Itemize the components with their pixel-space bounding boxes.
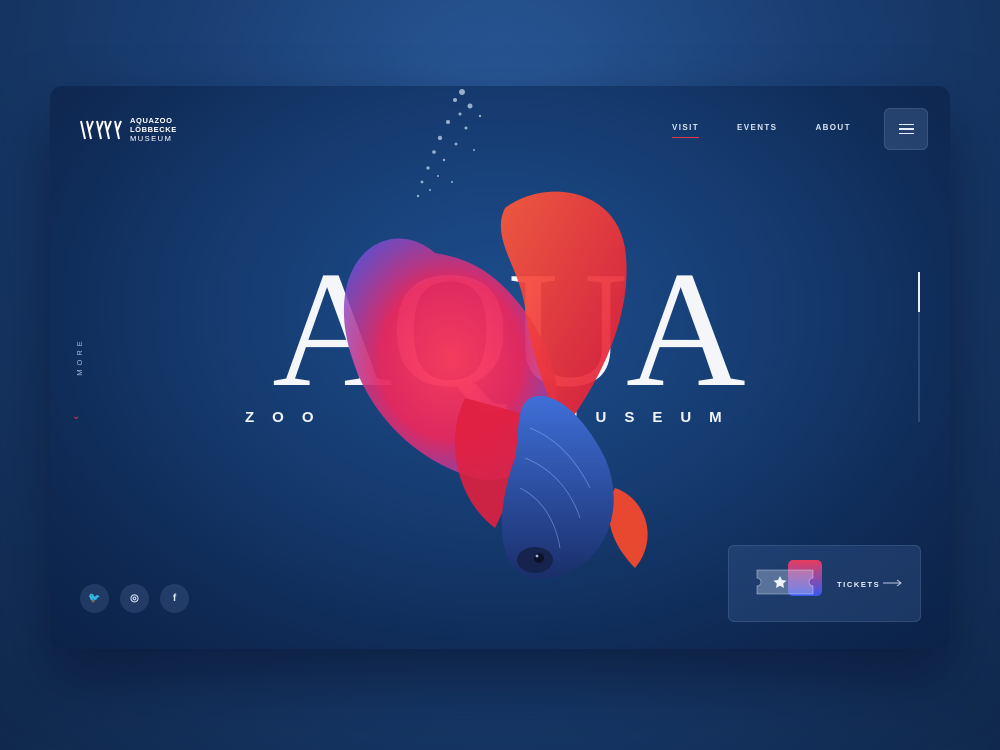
main-frame: AQUAZOO LÖBBECKE MUSEUM VISIT EVENTS ABO… [50,86,950,649]
more-label: MORE [74,336,84,376]
logo[interactable]: AQUAZOO LÖBBECKE MUSEUM [80,116,177,143]
twitter-icon[interactable]: 🐦 [80,584,109,613]
logo-line-3: MUSEUM [130,134,173,143]
scroll-thumb[interactable] [918,272,920,312]
facebook-icon[interactable]: f [160,584,189,613]
logo-mark-icon [80,120,122,139]
nav-about[interactable]: ABOUT [815,123,850,132]
menu-button[interactable] [884,108,928,150]
nav-visit[interactable]: VISIT [672,123,700,138]
social-links: 🐦 ◎ f [80,584,189,613]
nav-events[interactable]: EVENTS [737,123,777,132]
arrow-right-icon [883,579,902,587]
logo-line-1: AQUAZOO [130,116,173,125]
chevron-down-icon[interactable]: ⌄ [72,412,80,422]
tickets-label: TICKETS [837,580,881,589]
main-nav: VISIT EVENTS ABOUT [672,123,851,138]
ticket-star-icon [756,560,822,596]
scroll-indicator[interactable] [918,272,920,422]
hamburger-icon [898,124,914,126]
logo-line-2: LÖBBECKE [130,125,177,134]
more-link[interactable]: MORE [64,326,94,386]
tickets-button[interactable]: TICKETS [728,545,921,622]
betta-fish-image [343,191,648,579]
instagram-icon[interactable]: ◎ [120,584,149,613]
